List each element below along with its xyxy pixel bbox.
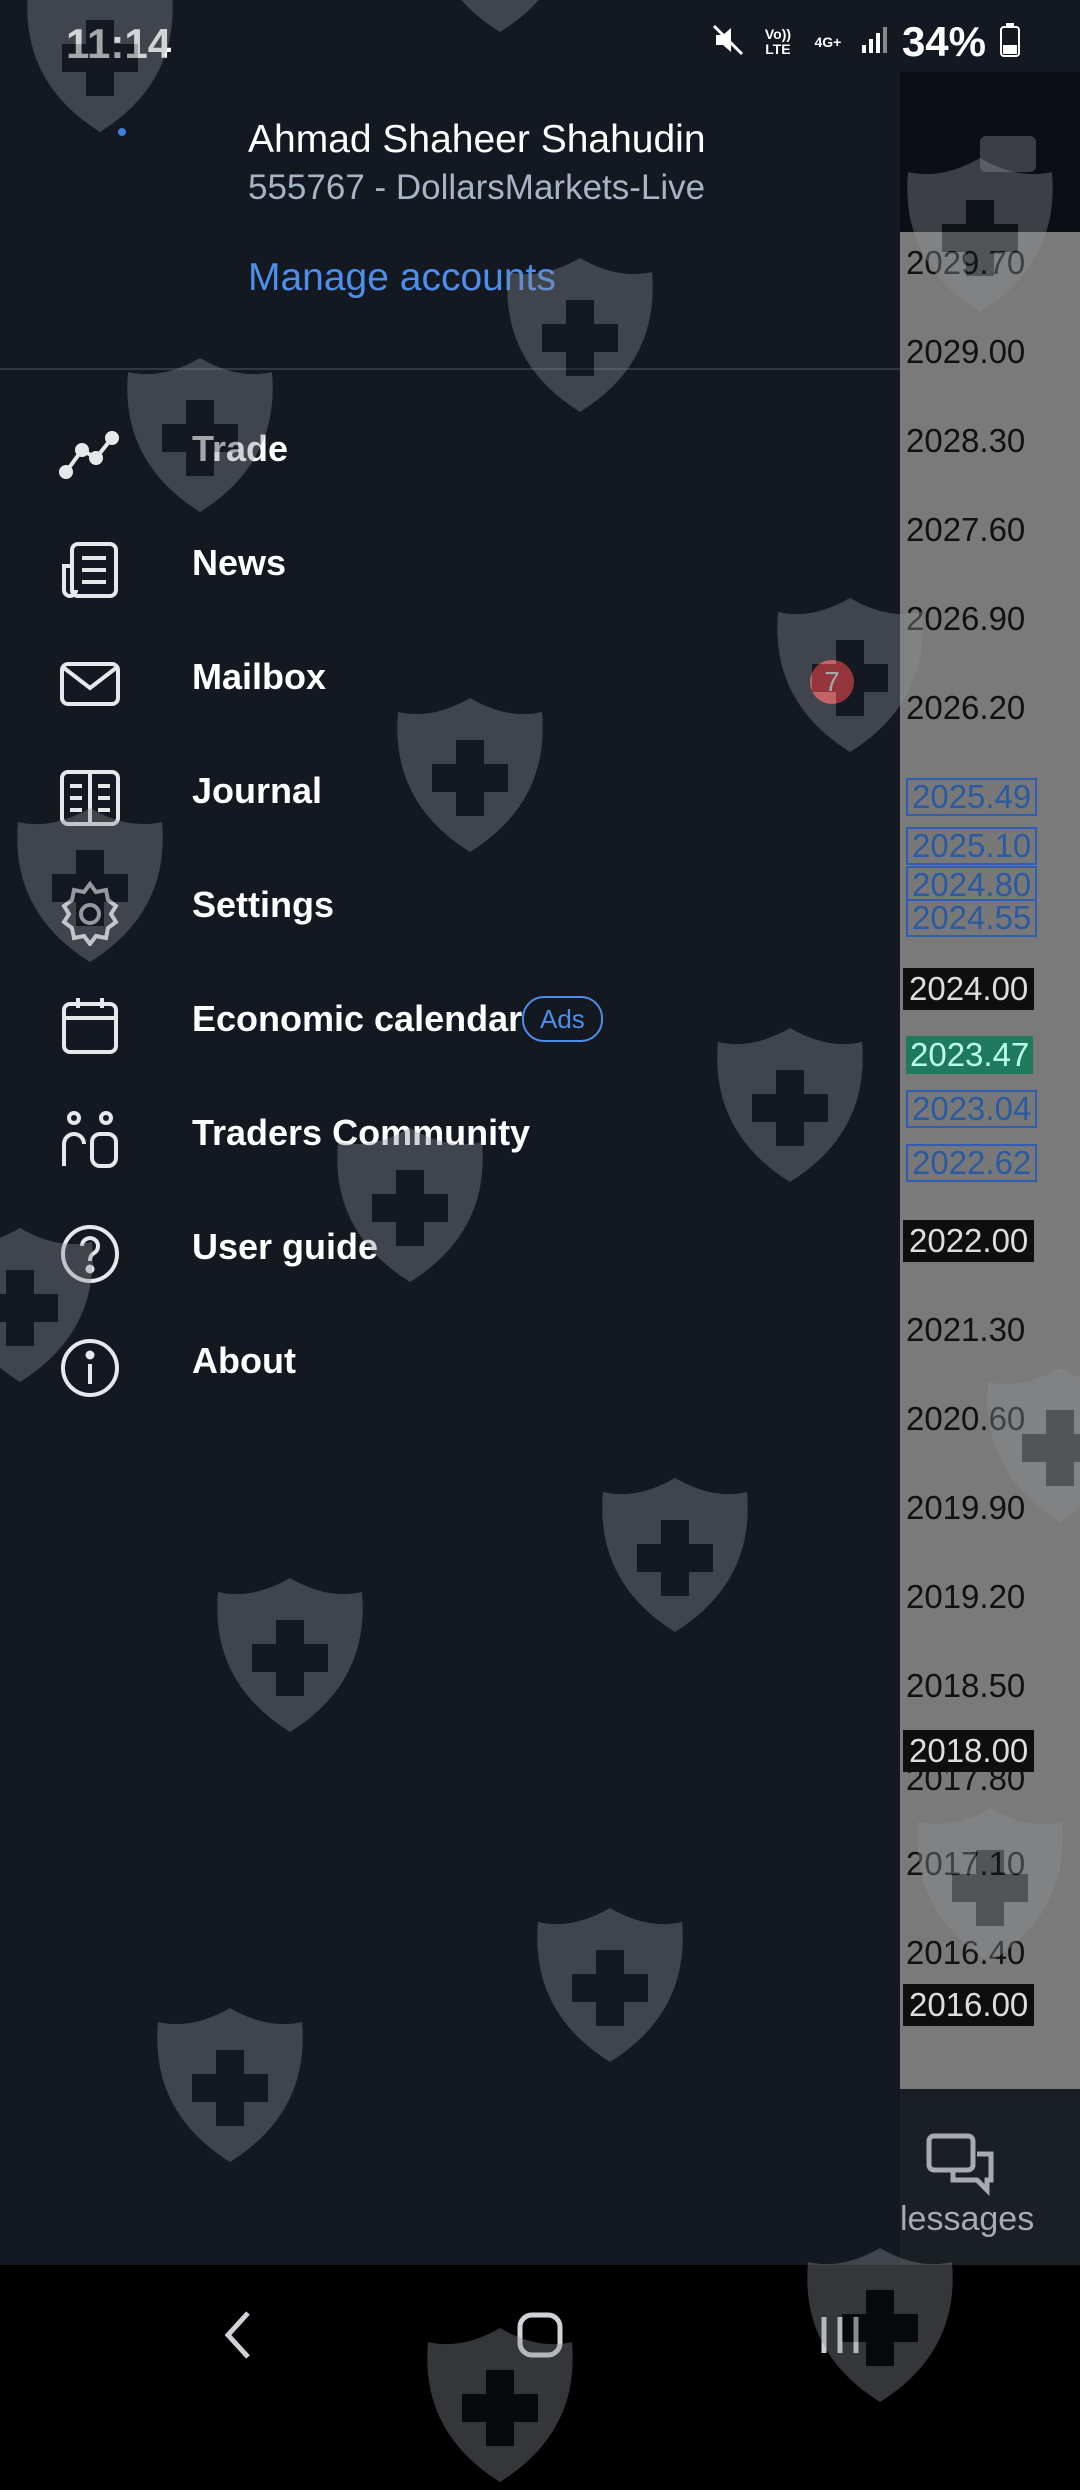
price-box: 2024.55 (906, 899, 1038, 937)
mail-icon (56, 650, 124, 718)
menu-item-mailbox[interactable]: Mailbox 7 (0, 626, 900, 734)
price-label: 2016.40 (906, 1934, 1026, 1971)
battery-icon (1000, 22, 1020, 62)
menu-item-label: User guide (192, 1226, 379, 1267)
account-id: 555767 - DollarsMarkets-Live (248, 168, 706, 207)
signal-icon (860, 25, 888, 60)
gear-icon (56, 878, 124, 948)
menu-item-label: About (192, 1340, 296, 1381)
price-label: 2028.30 (906, 422, 1026, 459)
status-icons: Vo)) LTE 4G+ 34% (710, 18, 1020, 66)
menu-item-label: Journal (192, 770, 323, 811)
network-type: 4G+ (814, 33, 842, 50)
menu-item-news[interactable]: News (0, 512, 900, 620)
volte-indicator: Vo)) LTE (764, 26, 792, 57)
price-box: 2023.04 (906, 1090, 1038, 1128)
chart-mode-icon[interactable] (980, 136, 1036, 172)
price-box: 2025.10 (906, 827, 1038, 865)
menu-item-label: Mailbox (192, 656, 327, 697)
menu-item-label: Economic calendar (192, 998, 523, 1039)
help-icon (56, 1220, 124, 1288)
recent-apps-button[interactable] (800, 2295, 880, 2375)
price-label: 2026.20 (906, 689, 1026, 726)
price-label: 2026.90 (906, 600, 1026, 637)
clock: 11:14 (66, 20, 172, 67)
menu-item-economic-calendar[interactable]: Economic calendar Ads (0, 968, 900, 1076)
calendar-icon (56, 992, 124, 1060)
price-label: 2017.80 (906, 1760, 1026, 1797)
battery-percent: 34% (901, 18, 986, 65)
menu-item-about[interactable]: About (0, 1310, 900, 1418)
messages-icon[interactable] (925, 2132, 997, 2203)
menu-item-label: Settings (192, 884, 335, 925)
menu-item-trade[interactable]: Trade (0, 398, 900, 506)
menu-item-label: Traders Community (192, 1112, 531, 1153)
current-price: 2023.47 (906, 1036, 1034, 1074)
price-label: 2019.90 (906, 1489, 1026, 1526)
price-label: 2020.60 (906, 1400, 1026, 1437)
divider (0, 368, 900, 370)
back-button[interactable] (200, 2295, 280, 2375)
community-icon (56, 1106, 124, 1174)
menu-item-settings[interactable]: Settings (0, 854, 900, 962)
price-label: 2017.10 (906, 1845, 1026, 1882)
menu-item-traders-community[interactable]: Traders Community (0, 1082, 900, 1190)
status-bar: 11:14 Vo)) LTE 4G+ 34% (0, 0, 1080, 90)
price-level-dark: 2024.00 (903, 968, 1035, 1010)
manage-accounts-link[interactable]: Manage accounts (248, 256, 556, 300)
journal-icon (56, 764, 124, 832)
price-label: 2021.30 (906, 1311, 1026, 1348)
ads-tag: Ads (522, 996, 603, 1042)
avatar[interactable] (118, 128, 126, 136)
system-navigation-bar (0, 2265, 1080, 2400)
info-icon (56, 1334, 124, 1402)
news-icon (56, 536, 124, 604)
mute-icon (710, 22, 746, 63)
price-label: 2019.20 (906, 1578, 1026, 1615)
home-button[interactable] (500, 2295, 580, 2375)
account-name: Ahmad Shaheer Shahudin (248, 118, 706, 161)
menu-item-journal[interactable]: Journal (0, 740, 900, 848)
chart-line-icon (56, 422, 124, 490)
price-label: 2018.50 (906, 1667, 1026, 1704)
menu-item-label: Trade (192, 428, 289, 469)
menu-item-user-guide[interactable]: User guide (0, 1196, 900, 1304)
price-label: 2029.00 (906, 333, 1026, 370)
price-label: 2029.70 (906, 244, 1026, 281)
price-box: 2022.62 (906, 1144, 1038, 1182)
price-box: 2025.49 (906, 778, 1038, 816)
messages-tab-label[interactable]: lessages (900, 2200, 1034, 2239)
price-level-dark: 2022.00 (903, 1220, 1035, 1262)
price-level-dark: 2016.00 (903, 1984, 1035, 2026)
unread-count-badge: 7 (810, 660, 854, 704)
menu-item-label: News (192, 542, 287, 583)
price-label: 2027.60 (906, 511, 1026, 548)
